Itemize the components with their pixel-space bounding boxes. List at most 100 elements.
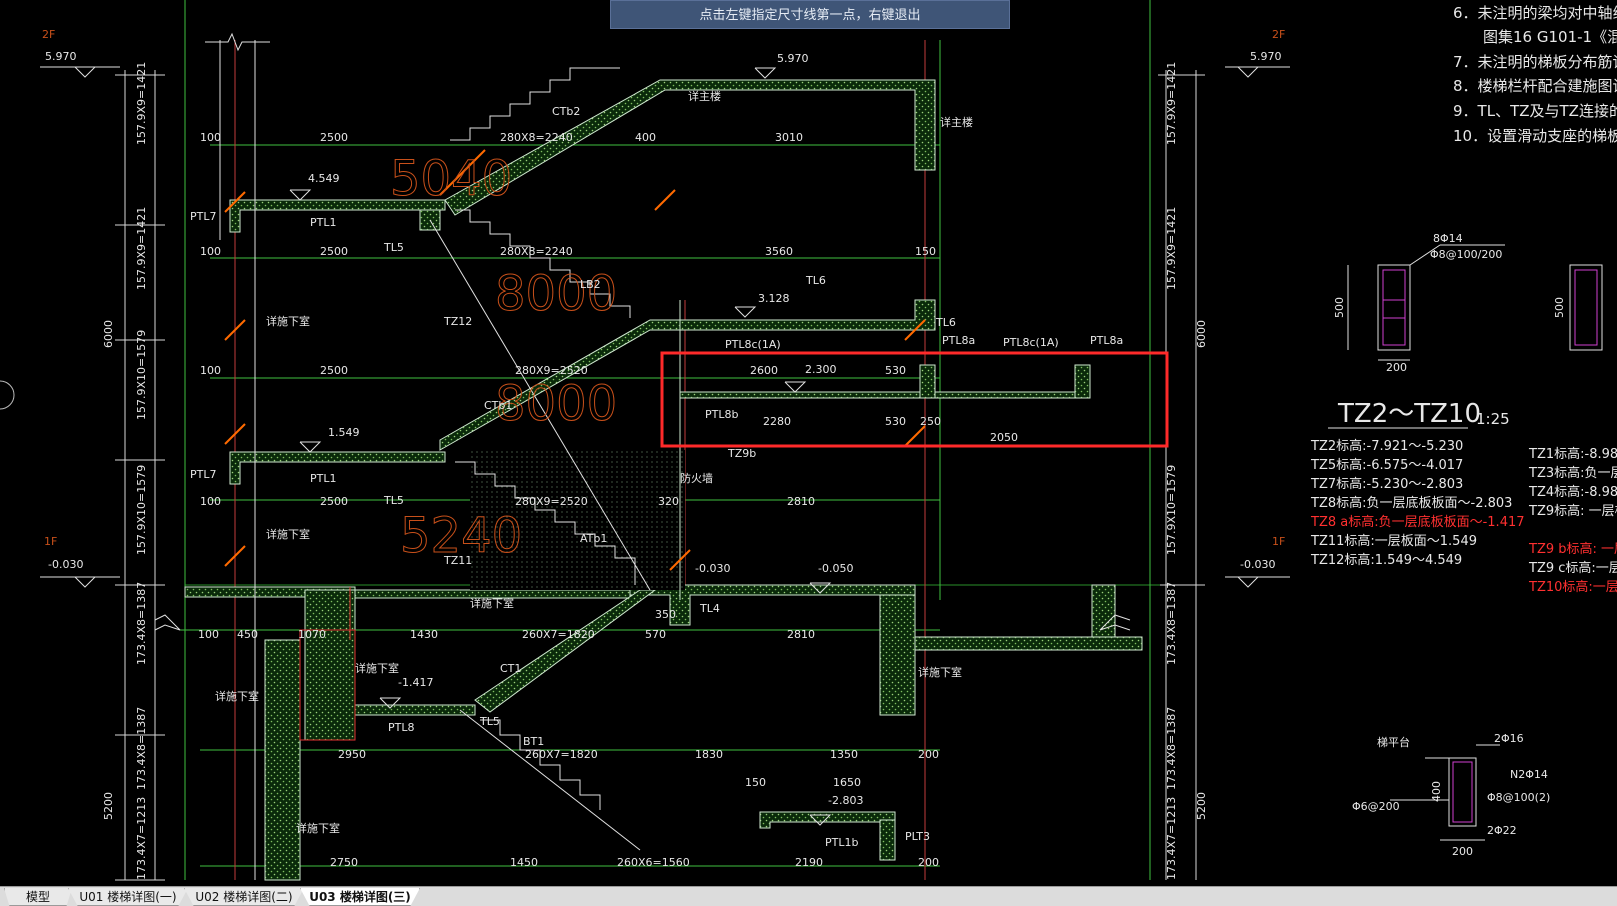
label-ptl7a: PTL7	[190, 210, 216, 223]
level-m1417: -1.417	[398, 676, 433, 689]
vdim-r1387b: 173.4X8=1387	[1165, 707, 1178, 790]
dim-2240: 280X8=2240	[500, 131, 573, 144]
dim-2600: 2600	[750, 364, 778, 377]
note-line-6: 6．未注明的梁均对中轴线或平柱边	[1453, 4, 1617, 22]
beam-section-texts: 梯平台 2Φ16 N2Φ14 Φ8@100(2) 2Φ22 Φ6@200 400…	[1352, 732, 1550, 858]
level-1f-left: 1F	[44, 535, 57, 548]
label-ptl8a-a: PTL8a	[942, 334, 975, 347]
dim-2240b: 280X8=2240	[500, 245, 573, 258]
level-top: 5.970	[777, 52, 809, 65]
dim-2190: 2190	[795, 856, 823, 869]
detail-scale: 1:25	[1476, 410, 1510, 428]
tab-u01[interactable]: U01 楼梯详图(一)	[68, 888, 188, 906]
tab-model[interactable]: 模型	[4, 888, 72, 906]
vdim-1387a: 173.4X8=1387	[135, 582, 148, 665]
label-ptl8b: PTL8b	[705, 408, 738, 421]
vdim-r1213: 173.4X7=1213	[1165, 797, 1178, 880]
dim-2500: 2500	[320, 131, 348, 144]
note-line-8: 8．楼梯栏杆配合建施图设置预埋件	[1453, 77, 1617, 95]
dim-2500c: 2500	[320, 364, 348, 377]
tz-list-3: TZ8标高:负一层底板板面～-2.803	[1310, 495, 1512, 511]
dim-100: 100	[200, 131, 221, 144]
tab-u02[interactable]: U02 楼梯详图(二)	[184, 888, 304, 906]
vdim-6000: 6000	[102, 320, 115, 348]
tz-list-1: TZ5标高:-6.575～-4.017	[1310, 457, 1463, 473]
level-1f-right: 1F	[1272, 535, 1285, 548]
label-atb1: ATb1	[580, 532, 607, 545]
tz-list-red: TZ8 a标高:负一层底板板面～-1.417	[1310, 514, 1525, 530]
label-see-b: 详施下室	[266, 527, 310, 541]
dim-1820: 260X7=1820	[522, 628, 595, 641]
level-1549: 1.549	[328, 426, 360, 439]
tz-list-4: TZ11标高:一层板面～1.549	[1310, 533, 1477, 549]
dim-1820b: 260X7=1820	[525, 748, 598, 761]
vdim-1387b: 173.4X8=1387	[135, 707, 148, 790]
beam-side: N2Φ14	[1510, 768, 1548, 781]
label-see-f: 详施下室	[918, 665, 962, 679]
label-plt3: PLT3	[905, 830, 930, 843]
dim-530: 530	[885, 364, 906, 377]
beam-section-detail	[1390, 744, 1500, 841]
note-line-6b: 图集16 G101-1《混凝土结构	[1483, 28, 1617, 46]
label-ptl1b-low: PTL1b	[825, 836, 858, 849]
label-tz12: TZ12	[443, 315, 472, 328]
dim-150: 150	[915, 245, 936, 258]
vdim-r1421b: 157.9X9=1421	[1165, 207, 1178, 290]
dim-250: 250	[920, 415, 941, 428]
note-line-7: 7．未注明的梯板分布筋详结构设计	[1453, 53, 1617, 71]
tz-right-1: TZ3标高:负一层	[1528, 465, 1617, 481]
drawing-canvas[interactable]: 5040 8000 8000 5240 100 2500 280X8=2240 …	[0, 0, 1617, 886]
stirrup: Φ8@100/200	[1430, 248, 1502, 261]
dim-2520: 280X9=2520	[515, 364, 588, 377]
label-ct1: CT1	[500, 662, 521, 675]
beam-bottom: 2Φ22	[1487, 824, 1517, 837]
dim-400: 400	[635, 131, 656, 144]
general-notes: 6．未注明的梁均对中轴线或平柱边 图集16 G101-1《混凝土结构 7．未注明…	[1453, 4, 1617, 145]
layout-tab-bar: 模型 U01 楼梯详图(一) U02 楼梯详图(二) U03 楼梯详图(三)	[0, 886, 1617, 906]
dim-450: 450	[237, 628, 258, 641]
beam-height: 400	[1430, 781, 1443, 802]
level-4549: 4.549	[308, 172, 340, 185]
label-tz11: TZ11	[443, 554, 472, 567]
label-ctb2: CTb2	[552, 105, 580, 118]
vdim-r6000: 6000	[1195, 320, 1208, 348]
vdim-r1387a: 173.4X8=1387	[1165, 582, 1178, 665]
section-width: 200	[1386, 361, 1407, 374]
label-ptl1a: PTL1	[310, 216, 336, 229]
dim-1830: 1830	[695, 748, 723, 761]
label-ctb1: CTb1	[484, 399, 512, 412]
dim-2500b: 2500	[320, 245, 348, 258]
label-lb2: LB2	[580, 278, 601, 291]
label-main-a: 详主楼	[688, 89, 721, 103]
dim-2810b: 2810	[787, 628, 815, 641]
label-ptl8c-b: PTL8c(1A)	[1003, 336, 1059, 349]
dim-1450: 1450	[510, 856, 538, 869]
big-number-5040: 5040	[390, 151, 512, 207]
cad-application: 5040 8000 8000 5240 100 2500 280X8=2240 …	[0, 0, 1617, 906]
dim-200b: 200	[918, 856, 939, 869]
command-prompt: 点击左键指定尺寸线第一点，右键退出	[610, 0, 1010, 29]
vdim-1579b: 157.9X10=1579	[135, 465, 148, 555]
tz-list-2: TZ7标高:-5.230～-2.803	[1310, 476, 1463, 492]
level-2f-right: 2F	[1272, 28, 1285, 41]
dim-1650: 1650	[833, 776, 861, 789]
beam-left: Φ6@200	[1352, 800, 1400, 813]
tz-right-0: TZ1标高:-8.980	[1528, 446, 1617, 462]
beam-top: 2Φ16	[1494, 732, 1524, 745]
section-height-b: 500	[1553, 297, 1566, 318]
label-bt1: BT1	[523, 735, 544, 748]
label-tl5b: TL5	[383, 494, 404, 507]
vdim-1579a: 157.9X10=1579	[135, 330, 148, 420]
tab-u03[interactable]: U03 楼梯详图(三)	[300, 888, 420, 906]
tz-right-2: TZ4标高:-8.980	[1528, 484, 1617, 500]
beam-platform: 梯平台	[1377, 735, 1410, 749]
dim-1070: 1070	[298, 628, 326, 641]
tz-list-5: TZ12标高:1.549～4.549	[1310, 552, 1462, 568]
level-m0030: -0.030	[695, 562, 730, 575]
reinf-top: 8Φ14	[1433, 232, 1463, 245]
label-tl6b: TL6	[935, 316, 956, 329]
viewcube-edge-icon[interactable]	[0, 380, 15, 410]
dim-100b: 100	[200, 245, 221, 258]
dim-530b: 530	[885, 415, 906, 428]
dim-150b: 150	[745, 776, 766, 789]
